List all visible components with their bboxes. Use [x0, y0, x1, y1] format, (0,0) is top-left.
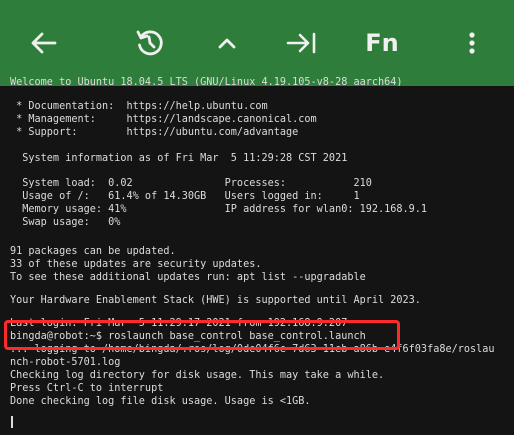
- back-arrow-button[interactable]: [22, 0, 66, 86]
- history-icon: [136, 30, 163, 56]
- fn-key-label: Fn: [365, 29, 399, 57]
- up-arrow-button[interactable]: [210, 0, 244, 86]
- arrow-left-icon: [31, 32, 57, 54]
- terminal-line: Swap usage: 0%: [10, 217, 121, 228]
- more-vertical-icon: [469, 32, 475, 54]
- terminal-line: Your Hardware Enablement Stack (HWE) is …: [10, 295, 421, 306]
- terminal-line: Checking log directory for disk usage. T…: [10, 370, 385, 381]
- terminal-line: * Support: https://ubuntu.com/advantage: [10, 127, 299, 138]
- terminal-line: Press Ctrl-C to interrupt: [10, 383, 164, 394]
- terminal-line: Usage of /: 61.4% of 14.30GB Users logge…: [10, 191, 360, 202]
- toolbar-shadow-clip: [0, 86, 514, 92]
- terminal-line: 33 of these updates are security updates…: [10, 259, 262, 270]
- command-highlight-box: [4, 320, 400, 350]
- terminal-line: * Documentation: https://help.ubuntu.com: [10, 101, 268, 112]
- terminal-line: 91 packages can be updated.: [10, 246, 176, 257]
- terminal-line: * Management: https://landscape.canonica…: [10, 114, 317, 125]
- fn-key-button[interactable]: Fn: [360, 0, 404, 86]
- terminal-cursor: [11, 416, 13, 428]
- caret-up-icon: [218, 38, 236, 49]
- terminal-app-window: Fn Welcome to Ubuntu 18.04.5 LTS (GNU/Li…: [0, 0, 514, 435]
- terminal-line: nch-robot-5701.log: [10, 357, 121, 368]
- terminal-line: System load: 0.02 Processes: 210: [10, 178, 372, 189]
- terminal-line: Memory usage: 41% IP address for wlan0: …: [10, 204, 428, 215]
- history-button[interactable]: [128, 0, 172, 86]
- more-options-button[interactable]: [460, 0, 484, 86]
- tab-button[interactable]: [282, 0, 322, 86]
- terminal-line: To see these additional updates run: apt…: [10, 272, 366, 283]
- terminal-line: System information as of Fri Mar 5 11:29…: [10, 153, 348, 164]
- tab-arrow-icon: [286, 32, 316, 54]
- extra-keys-toolbar: Fn: [0, 0, 514, 86]
- terminal-line: Done checking log file disk usage. Usage…: [10, 396, 311, 407]
